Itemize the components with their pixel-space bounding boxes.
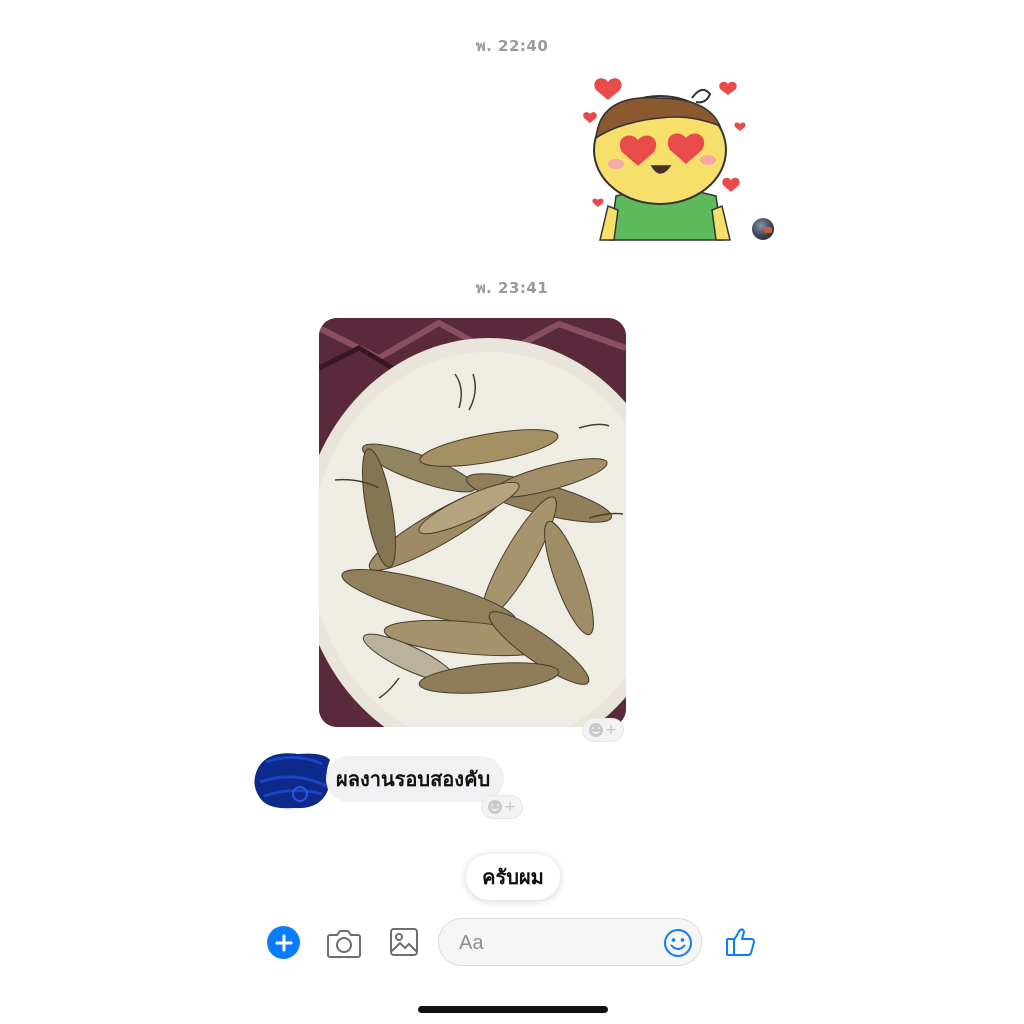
message-input[interactable] (457, 927, 661, 959)
sticker-love-face[interactable] (580, 72, 750, 244)
plus-icon (275, 934, 292, 951)
gallery-icon[interactable] (389, 927, 419, 957)
add-reaction-icon (488, 800, 503, 814)
plus-button[interactable] (267, 926, 300, 959)
emoji-icon[interactable] (663, 928, 693, 958)
message-composer[interactable] (438, 918, 702, 966)
quick-reply-button[interactable]: ครับผม (466, 854, 560, 900)
shared-photo[interactable] (319, 318, 626, 727)
timestamp: พ. 22:40 (475, 37, 549, 55)
sender-avatar-redacted[interactable] (252, 748, 332, 810)
fish-plate-image (319, 318, 626, 727)
thumbs-up-icon[interactable] (725, 926, 757, 958)
quick-reply-label: ครับผม (482, 865, 544, 889)
add-reaction-icon (589, 723, 604, 737)
home-indicator[interactable] (418, 1006, 608, 1013)
camera-icon[interactable] (326, 927, 362, 959)
message-text: ผลงานรอบสองคับ (336, 767, 491, 791)
incoming-message-bubble[interactable]: ผลงานรอบสองคับ (326, 756, 505, 802)
add-reaction-button[interactable]: + (481, 795, 523, 819)
read-receipt-avatar (752, 218, 774, 240)
add-reaction-button[interactable]: + (582, 718, 624, 742)
timestamp: พ. 23:41 (475, 279, 549, 297)
